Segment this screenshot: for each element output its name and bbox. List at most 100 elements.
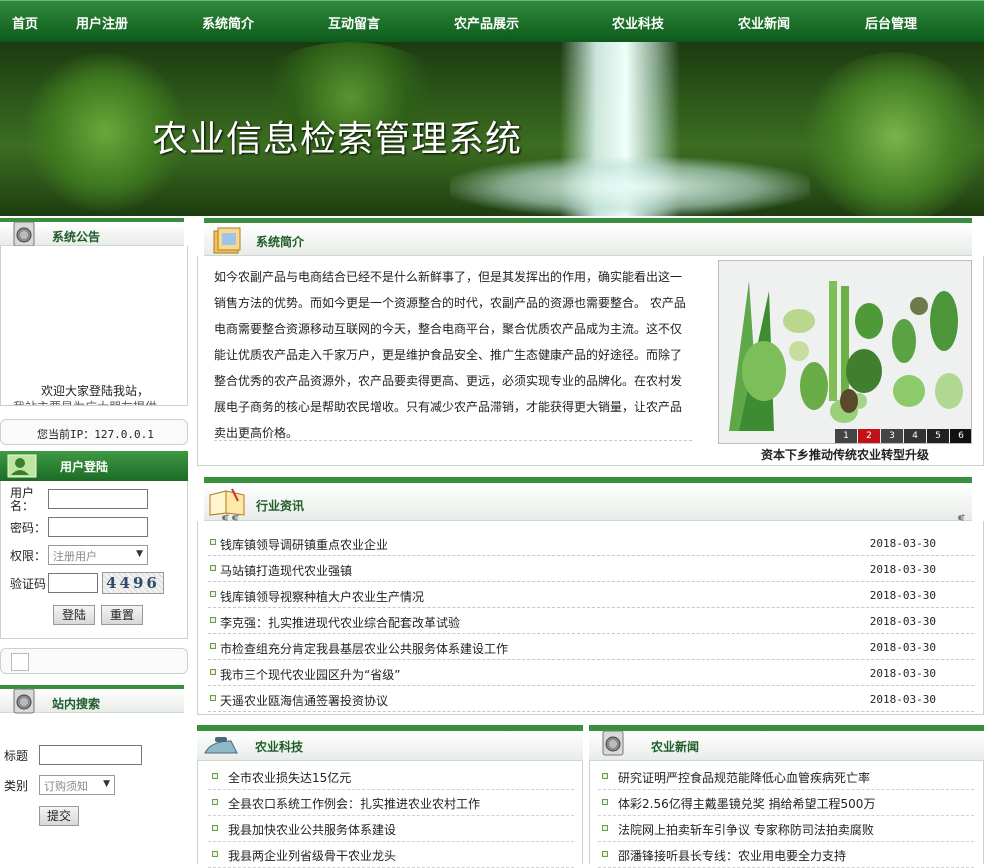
book-icon <box>213 227 241 254</box>
role-select[interactable]: 注册用户 ▼ <box>48 545 148 565</box>
bullet-icon <box>602 851 608 857</box>
list-item-title[interactable]: 法院网上拍卖斩车引争议 专家称防司法拍卖腐败 <box>618 821 874 838</box>
user-login-icon <box>7 454 37 478</box>
list-item[interactable]: 全市农业损失达15亿元 <box>208 764 574 790</box>
nav-tech[interactable]: 农业科技 <box>612 13 664 32</box>
captcha-input[interactable] <box>48 573 98 593</box>
notice-box: 欢迎大家登陆我站， 我站主要是为广大朋友提供... <box>0 246 188 406</box>
list-item[interactable]: 体彩2.56亿得主戴墨镜兑奖 捐给希望工程500万 <box>598 790 974 816</box>
list-item-title[interactable]: 全市农业损失达15亿元 <box>228 769 351 786</box>
slide-4[interactable]: 4 <box>904 429 926 443</box>
vegetables-illustration <box>719 261 971 443</box>
intro-text: 如今农副产品与电商结合已经不是什么新鲜事了，但是其发挥出的作用，确实能看出这一销… <box>214 270 686 440</box>
iron-icon <box>204 737 238 754</box>
bullet-icon <box>212 825 218 831</box>
news-date: 2018-03-30 <box>869 563 936 576</box>
banner: 农业信息检索管理系统 <box>0 42 984 216</box>
news-title[interactable]: 我市三个现代农业园区升为“省级” <box>220 666 400 683</box>
search-box-icon <box>13 688 35 714</box>
notice-line-2: 我站主要是为广大朋友提供... <box>13 398 168 405</box>
reset-button[interactable]: 重置 <box>101 605 143 625</box>
nav-admin[interactable]: 后台管理 <box>865 13 917 32</box>
nav-home[interactable]: 首页 <box>12 13 38 32</box>
login-button[interactable]: 登陆 <box>53 605 95 625</box>
nav-news[interactable]: 农业新闻 <box>738 13 790 32</box>
news-title[interactable]: 马站镇打造现代农业强镇 <box>220 562 352 579</box>
bullet-icon <box>210 669 216 675</box>
news-row[interactable]: 钱库镇领导视察种植大户农业生产情况 2018-03-30 <box>208 582 974 608</box>
list-item-title[interactable]: 我县加快农业公共服务体系建设 <box>228 821 396 838</box>
news-row[interactable]: 钱库镇领导调研镇重点农业企业 2018-03-30 <box>208 530 974 556</box>
nav-register[interactable]: 用户注册 <box>76 13 128 32</box>
washer-icon <box>602 730 624 756</box>
slide-2[interactable]: 2 <box>858 429 880 443</box>
chevron-down-icon: ▼ <box>103 779 110 789</box>
username-input[interactable] <box>48 489 148 509</box>
intro-divider <box>214 440 692 441</box>
list-item[interactable]: 研究证明严控食品规范能降低心血管疾病死亡率 <box>598 764 974 790</box>
news-row[interactable]: 马站镇打造现代农业强镇 2018-03-30 <box>208 556 974 582</box>
list-item-title[interactable]: 研究证明严控食品规范能降低心血管疾病死亡率 <box>618 769 870 786</box>
list-item-title[interactable]: 体彩2.56亿得主戴墨镜兑奖 捐给希望工程500万 <box>618 795 875 812</box>
agnews-title: 农业新闻 <box>651 740 700 754</box>
news-title[interactable]: 李克强：扎实推进现代农业综合配套改革试验 <box>220 614 460 631</box>
news-row[interactable]: 市检查组充分肯定我县基层农业公共服务体系建设工作 2018-03-30 <box>208 634 974 660</box>
list-item[interactable]: 邵潘锋接听县长专线：农业用电要全力支持 <box>598 842 974 868</box>
search-submit-button[interactable]: 提交 <box>39 806 79 826</box>
slide-5[interactable]: 5 <box>927 429 949 443</box>
vegetables-image[interactable]: 1 2 3 4 5 6 <box>718 260 972 444</box>
ip-bar: 您当前IP：127.0.0.1 <box>0 419 188 445</box>
search-category-label: 类别 <box>4 779 29 793</box>
bullet-icon <box>602 825 608 831</box>
slide-6[interactable]: 6 <box>950 429 971 443</box>
captcha-image[interactable]: 4496 <box>102 572 164 594</box>
tech-title: 农业科技 <box>255 740 304 754</box>
list-item[interactable]: 全县农口系统工作例会：扎实推进农业农村工作 <box>208 790 574 816</box>
search-title-label: 标题 <box>4 749 29 763</box>
image-caption[interactable]: 资本下乡推动传统农业转型升级 <box>718 446 972 463</box>
notice-header: 系统公告 <box>0 218 184 247</box>
search-title: 站内搜索 <box>52 697 101 711</box>
search-title-input[interactable] <box>39 745 142 765</box>
water-pool <box>450 157 810 216</box>
news-date: 2018-03-30 <box>869 589 936 602</box>
news-title[interactable]: 市检查组充分肯定我县基层农业公共服务体系建设工作 <box>220 640 508 657</box>
bullet-icon <box>210 695 216 701</box>
industry-title: 行业资讯 <box>256 499 305 513</box>
bullet-icon <box>210 643 216 649</box>
site-title: 农业信息检索管理系统 <box>152 119 523 160</box>
industry-header: 行业资讯 ❡❡ ❡ <box>204 477 972 527</box>
news-date: 2018-03-30 <box>869 641 936 654</box>
bullet-icon <box>602 799 608 805</box>
password-input[interactable] <box>48 517 148 537</box>
bullet-icon <box>212 851 218 857</box>
news-title[interactable]: 钱库镇领导调研镇重点农业企业 <box>220 536 388 553</box>
nav-messages[interactable]: 互动留言 <box>328 13 380 32</box>
login-box: 用户名： 密码： 权限： 注册用户 ▼ 验证码 4496 登陆 重置 <box>0 481 188 639</box>
list-item-title[interactable]: 我县两企业列省级骨干农业龙头 <box>228 847 396 864</box>
news-title[interactable]: 天遥农业瓯海信通签署投资协议 <box>220 692 388 709</box>
list-item[interactable]: 法院网上拍卖斩车引争议 专家称防司法拍卖腐败 <box>598 816 974 842</box>
list-item-title[interactable]: 邵潘锋接听县长专线：农业用电要全力支持 <box>618 847 846 864</box>
news-date: 2018-03-30 <box>869 667 936 680</box>
slide-3[interactable]: 3 <box>881 429 903 443</box>
list-item[interactable]: 我县两企业列省级骨干农业龙头 <box>208 842 574 868</box>
search-category-select[interactable]: 订购须知 ▼ <box>39 775 115 795</box>
list-item-title[interactable]: 全县农口系统工作例会：扎实推进农业农村工作 <box>228 795 480 812</box>
nav-intro[interactable]: 系统简介 <box>202 13 254 32</box>
list-item[interactable]: 我县加快农业公共服务体系建设 <box>208 816 574 842</box>
nav-products[interactable]: 农产品展示 <box>454 13 519 32</box>
foliage-right <box>800 52 984 216</box>
news-row[interactable]: 天遥农业瓯海信通签署投资协议 2018-03-30 <box>208 686 974 712</box>
blank-bar <box>0 648 188 674</box>
login-header: 用户登陆 <box>0 451 188 481</box>
news-title[interactable]: 钱库镇领导视察种植大户农业生产情况 <box>220 588 424 605</box>
bullet-icon <box>210 565 216 571</box>
slide-1[interactable]: 1 <box>835 429 857 443</box>
bullet-icon <box>602 773 608 779</box>
news-row[interactable]: 我市三个现代农业园区升为“省级” 2018-03-30 <box>208 660 974 686</box>
role-value: 注册用户 <box>53 550 97 563</box>
username-label: 用户名： <box>10 486 35 513</box>
news-row[interactable]: 李克强：扎实推进现代农业综合配套改革试验 2018-03-30 <box>208 608 974 634</box>
ip-text: 您当前IP：127.0.0.1 <box>37 428 154 441</box>
